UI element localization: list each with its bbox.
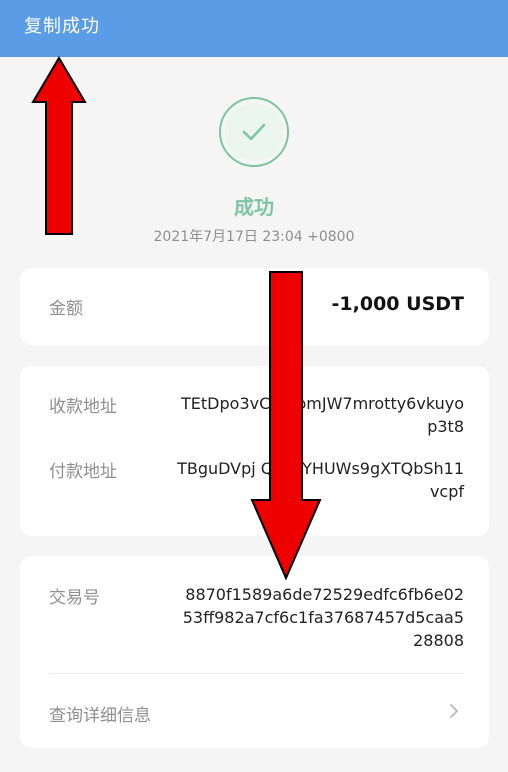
- address-card: 收款地址 TEtDpo3vC V4omJW7mrotty6vkuyop3t8 付…: [20, 366, 489, 536]
- transaction-id-value[interactable]: 8870f1589a6de72529edfc6fb6e0253ff982a7cf…: [179, 583, 464, 652]
- pay-address-value[interactable]: TBguDVpj Q41zYHUWs9gXTQbSh11vcpf: [174, 457, 464, 503]
- pay-address-label: 付款地址: [49, 462, 117, 482]
- receive-address-value[interactable]: TEtDpo3vC V4omJW7mrotty6vkuyop3t8: [174, 392, 464, 438]
- status-title: 成功: [234, 195, 274, 219]
- transaction-id-label: 交易号: [49, 588, 100, 608]
- amount-card: 金额 -1,000 USDT: [20, 268, 489, 345]
- check-circle-icon: [219, 97, 289, 167]
- receive-address-label: 收款地址: [49, 397, 117, 417]
- transaction-timestamp: 2021年7月17日 23:04 +0800: [153, 229, 355, 245]
- amount-label: 金额: [49, 299, 83, 319]
- query-details-link[interactable]: 查询详细信息: [49, 701, 151, 726]
- copy-success-toast: 复制成功: [0, 0, 508, 57]
- status-section: 成功 2021年7月17日 23:04 +0800: [0, 97, 508, 246]
- amount-value: -1,000 USDT: [331, 293, 464, 315]
- toast-text: 复制成功: [24, 16, 100, 37]
- chevron-right-icon[interactable]: [447, 702, 461, 720]
- divider: [49, 673, 464, 674]
- transaction-card: 交易号 8870f1589a6de72529edfc6fb6e0253ff982…: [20, 556, 489, 748]
